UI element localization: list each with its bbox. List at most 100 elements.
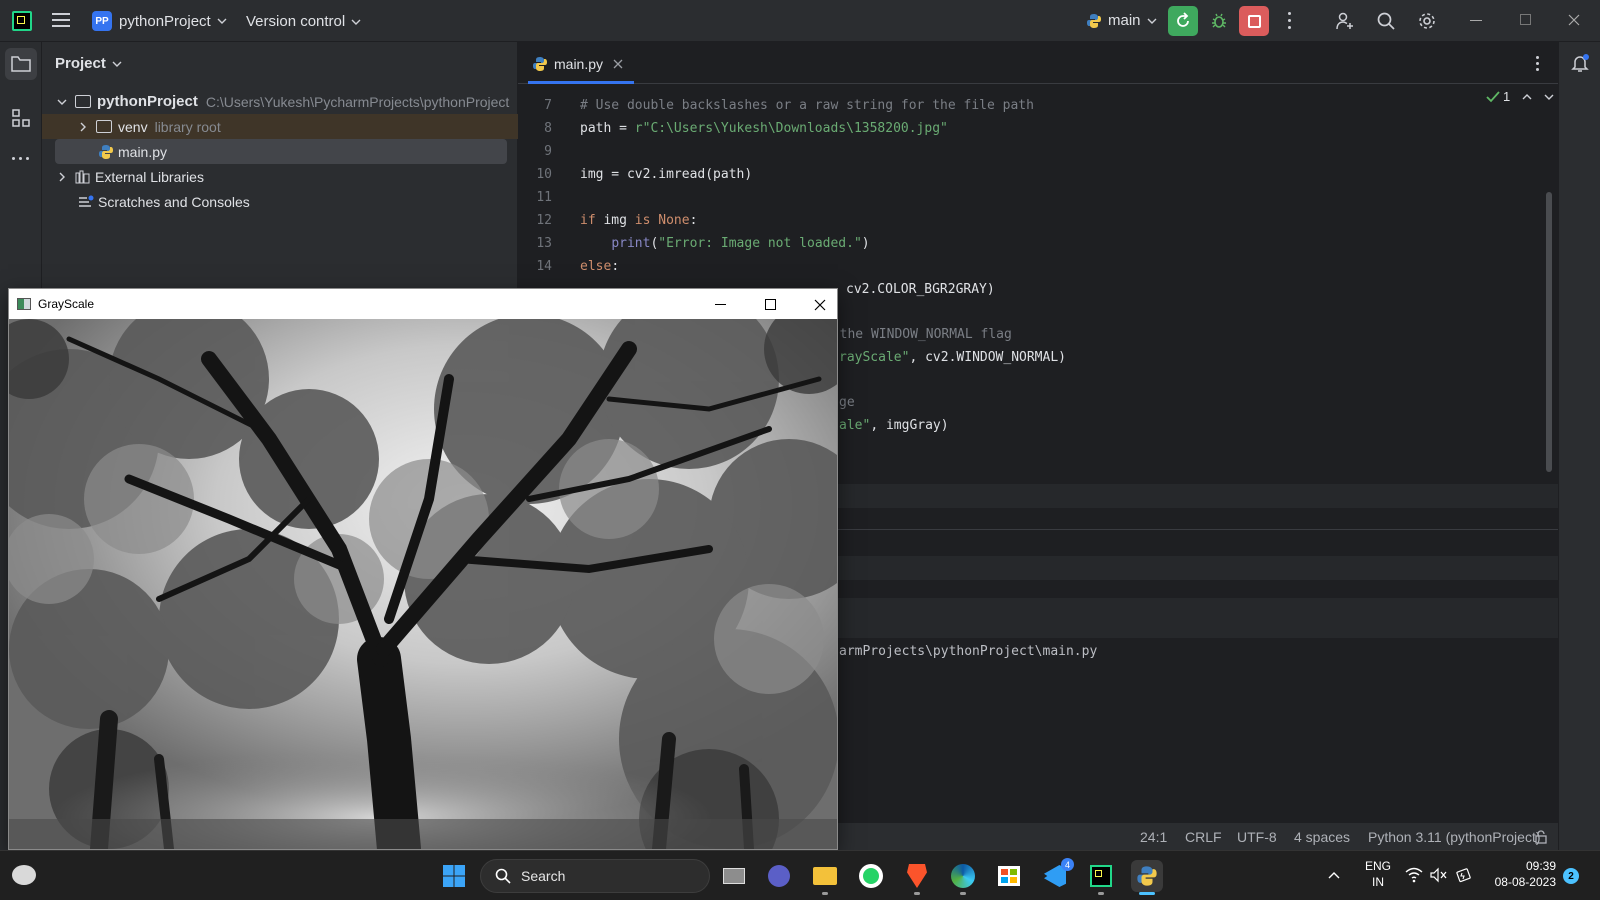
line-number: 13 <box>536 236 552 251</box>
python-file-icon <box>533 57 547 71</box>
folder-icon <box>75 95 91 108</box>
task-view-button[interactable] <box>718 860 750 892</box>
language-indicator[interactable]: ENG IN <box>1362 858 1394 890</box>
maximize-icon[interactable] <box>765 299 776 310</box>
vscode-button[interactable]: 4 <box>1039 858 1074 892</box>
whatsapp-icon <box>859 864 883 888</box>
chat-icon <box>768 865 790 887</box>
venv-hint: library root <box>154 118 221 135</box>
volume-muted-icon[interactable] <box>1430 867 1448 883</box>
inspection-count: 1 <box>1503 89 1511 104</box>
right-tool-strip <box>1558 42 1600 850</box>
project-badge: PP <box>92 11 112 31</box>
search-button[interactable] <box>1371 6 1401 36</box>
notifications-icon[interactable] <box>1570 53 1590 73</box>
editor-more-icon[interactable] <box>1536 56 1539 71</box>
meet-button[interactable] <box>763 860 795 892</box>
tree-row-project-root[interactable]: pythonProject C:\Users\Yukesh\PycharmPro… <box>42 89 518 114</box>
editor-scrollbar[interactable] <box>1546 192 1552 472</box>
chevron-down-icon <box>57 99 67 105</box>
tree-row-external-libraries[interactable]: External Libraries <box>42 164 518 189</box>
project-panel-title: Project <box>55 55 106 72</box>
edge-icon <box>951 864 975 888</box>
indent-setting[interactable]: 4 spaces <box>1294 829 1350 845</box>
project-panel-header[interactable]: Project <box>55 55 122 72</box>
store-button[interactable] <box>993 860 1025 892</box>
code-fragment-imshow: ale", imgGray) <box>839 418 949 433</box>
tree-row-scratches[interactable]: Scratches and Consoles <box>42 189 518 214</box>
caret-position[interactable]: 24:1 <box>1140 829 1167 845</box>
rerun-button[interactable] <box>1168 6 1198 36</box>
edge-button[interactable] <box>947 860 979 895</box>
clock-time: 09:39 <box>1525 859 1556 873</box>
add-user-button[interactable] <box>1330 6 1360 36</box>
notification-badge[interactable]: 2 <box>1563 868 1579 884</box>
lock-icon[interactable] <box>1534 830 1548 844</box>
active-tab-indicator <box>528 81 634 84</box>
running-indicator <box>1098 892 1104 895</box>
pycharm-taskbar-button[interactable] <box>1085 860 1117 895</box>
weather-widget-icon[interactable] <box>12 865 36 885</box>
clock[interactable]: 09:39 08-08-2023 <box>1486 858 1556 890</box>
venv-label: venv <box>118 118 148 135</box>
windows-taskbar: Search 4 ENG IN 09:39 08-08-2023 2 <box>0 850 1600 900</box>
more-tools-icon[interactable] <box>12 157 29 160</box>
search-icon <box>1377 12 1395 30</box>
search-icon <box>495 868 511 884</box>
line-separator[interactable]: CRLF <box>1185 829 1222 845</box>
grayscale-window-titlebar[interactable]: GrayScale <box>9 289 837 319</box>
taskbar-search-box[interactable]: Search <box>480 859 710 893</box>
minimize-icon[interactable] <box>1470 20 1482 21</box>
code-text: # Use double backslashes or a raw string… <box>580 98 1034 113</box>
running-indicator <box>960 892 966 895</box>
minimize-icon[interactable] <box>715 304 726 305</box>
code-text: path = r"C:\Users\Yukesh\Downloads\13582… <box>580 121 948 136</box>
chevron-up-icon[interactable] <box>1522 92 1532 102</box>
library-icon <box>75 170 90 183</box>
tab-label: main.py <box>554 56 604 72</box>
brave-button[interactable] <box>901 860 933 895</box>
close-icon[interactable] <box>1568 14 1580 26</box>
line-number: 11 <box>536 190 552 205</box>
chevron-down-icon[interactable] <box>1544 92 1554 102</box>
scratches-label: Scratches and Consoles <box>98 193 250 210</box>
code-fragment: cv2.COLOR_BGR2GRAY) <box>846 282 995 297</box>
chevron-up-icon[interactable] <box>1328 870 1340 880</box>
tree-photo <box>9 319 837 849</box>
settings-button[interactable] <box>1412 6 1442 36</box>
chevron-down-icon <box>112 61 122 67</box>
code-fragment-gray-window: rayScale", cv2.WINDOW_NORMAL) <box>839 350 1066 365</box>
start-button[interactable] <box>438 860 470 892</box>
version-control-menu[interactable]: Version control <box>246 13 361 30</box>
python-window-button[interactable] <box>1131 860 1163 895</box>
project-selector[interactable]: PP pythonProject <box>92 11 227 31</box>
stop-button[interactable] <box>1239 6 1269 36</box>
code-text: if img is None: <box>580 213 698 228</box>
pycharm-logo-icon[interactable] <box>12 11 32 31</box>
restore-icon[interactable] <box>1520 14 1531 25</box>
close-tab-icon[interactable] <box>613 59 623 69</box>
close-icon[interactable] <box>814 299 826 311</box>
file-explorer-button[interactable] <box>809 860 841 895</box>
run-config-selector[interactable]: main <box>1086 12 1157 29</box>
battery-icon[interactable] <box>1455 867 1473 883</box>
grayscale-window[interactable]: GrayScale <box>8 288 838 850</box>
structure-icon[interactable] <box>11 108 31 128</box>
main-menu-icon[interactable] <box>52 13 70 27</box>
python-interpreter[interactable]: Python 3.11 (pythonProject) <box>1368 829 1541 845</box>
project-tool-button[interactable] <box>5 48 37 80</box>
tab-main-py[interactable]: main.py <box>532 52 623 76</box>
tree-row-venv[interactable]: venv library root <box>42 114 518 139</box>
chevron-down-icon <box>217 18 227 24</box>
tree-row-main-py[interactable]: main.py <box>55 139 507 164</box>
whatsapp-button[interactable] <box>855 860 887 892</box>
debug-button[interactable] <box>1204 6 1234 36</box>
bug-icon <box>1212 13 1226 28</box>
inspection-widget[interactable]: 1 <box>1486 89 1554 104</box>
more-actions-icon[interactable] <box>1288 12 1292 30</box>
file-encoding[interactable]: UTF-8 <box>1237 829 1277 845</box>
wifi-icon[interactable] <box>1405 867 1423 883</box>
python-icon <box>1137 866 1157 886</box>
main-py-label: main.py <box>118 143 168 160</box>
user-add-icon <box>1336 12 1353 30</box>
